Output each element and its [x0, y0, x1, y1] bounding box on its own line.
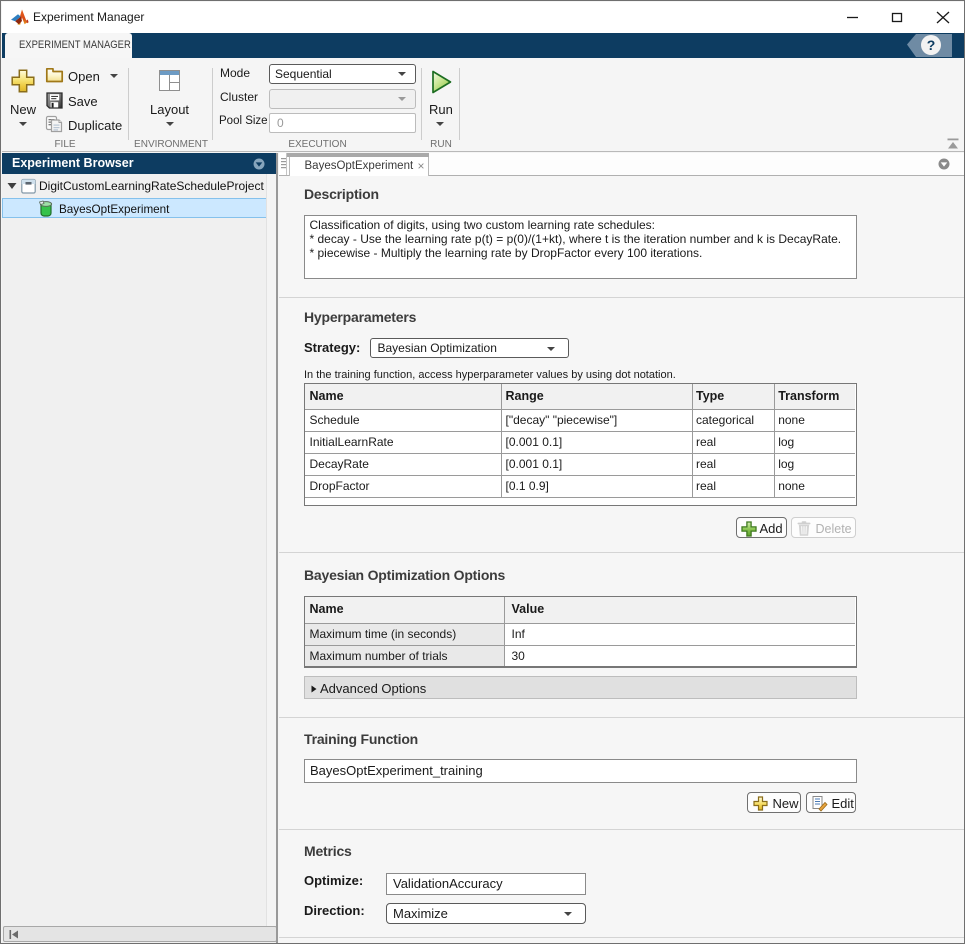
- svg-text:?: ?: [927, 37, 936, 53]
